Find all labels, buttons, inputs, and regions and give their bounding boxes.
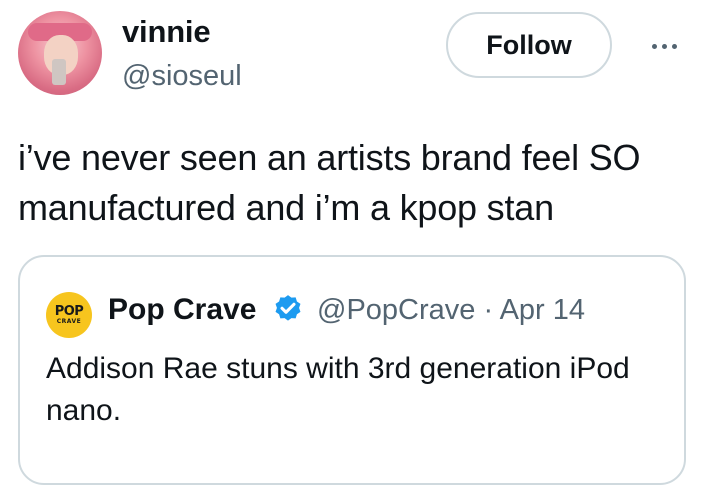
- follow-button[interactable]: Follow: [446, 12, 612, 78]
- pop-crave-logo[interactable]: POP CRAVE: [46, 292, 92, 338]
- quoted-tweet-text: Addison Rae stuns with 3rd generation iP…: [46, 352, 630, 427]
- more-dot: [651, 43, 657, 49]
- quoted-author-name[interactable]: Pop Crave: [108, 293, 256, 327]
- tweet-text: i’ve never seen an artists brand feel SO…: [18, 137, 641, 228]
- quoted-handle-date[interactable]: @PopCrave · Apr 14: [317, 294, 585, 327]
- avatar-phone: [52, 59, 66, 85]
- author-handle[interactable]: @sioseul: [122, 60, 242, 93]
- verified-badge-icon: [275, 295, 301, 321]
- logo-text-bottom: CRAVE: [56, 317, 82, 325]
- logo-text-top: POP: [54, 303, 84, 319]
- author-avatar[interactable]: [18, 11, 102, 95]
- more-dot: [671, 43, 677, 49]
- quoted-tweet-card[interactable]: POP CRAVE Pop Crave @PopCrave · Apr 14 A…: [18, 255, 686, 485]
- more-dot: [661, 43, 667, 49]
- author-name[interactable]: vinnie: [122, 14, 211, 50]
- more-options-icon[interactable]: [646, 34, 682, 58]
